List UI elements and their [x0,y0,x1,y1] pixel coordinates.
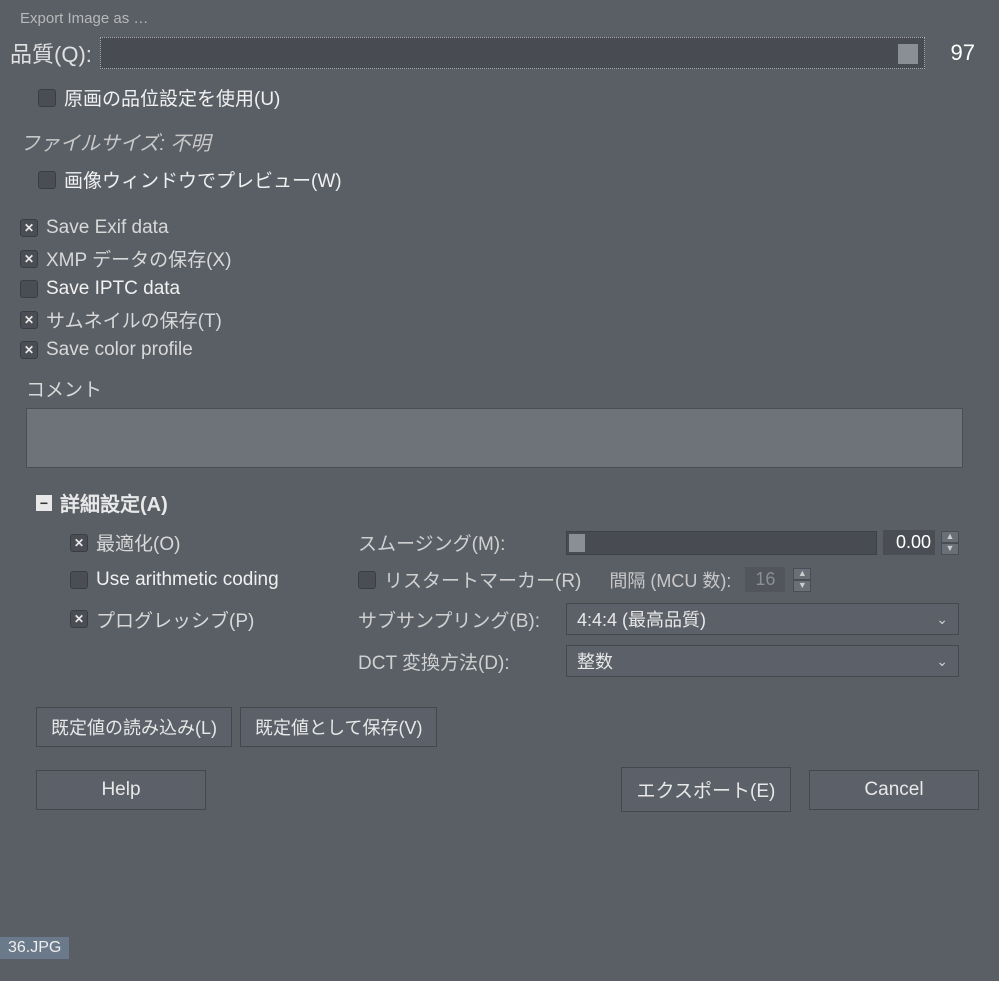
arithmetic-checkbox[interactable] [70,571,88,589]
save-exif-label: Save Exif data [46,217,169,239]
subsampling-label: サブサンプリング(B): [358,606,558,633]
load-defaults-button[interactable]: 既定値の読み込み(L) [36,707,232,747]
interval-spinner: ▲ ▼ [793,568,811,592]
quality-value[interactable]: 97 [933,40,979,66]
spinner-up-icon: ▲ [793,568,811,580]
smoothing-label: スムージング(M): [358,529,558,556]
save-thumbnail-checkbox[interactable] [20,311,38,329]
smoothing-spinner[interactable]: ▲ ▼ [941,531,959,555]
help-button[interactable]: Help [36,770,206,810]
restart-label: リスタートマーカー(R) [384,566,581,593]
save-defaults-button[interactable]: 既定値として保存(V) [240,707,437,747]
use-original-quality-label: 原画の品位設定を使用(U) [64,84,280,111]
background-thumbnail-filename: 36.JPG [0,937,69,959]
save-color-profile-label: Save color profile [46,339,193,361]
restart-checkbox[interactable] [358,571,376,589]
smoothing-slider[interactable] [566,531,877,555]
progressive-checkbox[interactable] [70,610,88,628]
quality-label: 品質(Q): [10,37,92,69]
spinner-down-icon[interactable]: ▼ [941,543,959,555]
save-thumbnail-label: サムネイルの保存(T) [46,306,222,333]
filesize-label: ファイルサイズ: 不明 [20,127,979,156]
smoothing-slider-thumb[interactable] [569,534,585,552]
smoothing-value[interactable]: 0.00 [883,530,935,555]
use-original-quality-checkbox[interactable] [38,89,56,107]
dct-label: DCT 変換方法(D): [358,648,558,675]
progressive-label: プログレッシブ(P) [96,606,254,633]
quality-slider-thumb[interactable] [898,44,918,64]
save-exif-checkbox[interactable] [20,219,38,237]
spinner-up-icon[interactable]: ▲ [941,531,959,543]
export-button[interactable]: エクスポート(E) [621,767,791,812]
save-xmp-label: XMP データの保存(X) [46,245,231,272]
preview-label: 画像ウィンドウでプレビュー(W) [64,166,342,193]
chevron-down-icon: ⌄ [936,653,948,670]
dct-value: 整数 [577,648,613,674]
save-color-profile-checkbox[interactable] [20,341,38,359]
dct-dropdown[interactable]: 整数 ⌄ [566,645,959,677]
subsampling-value: 4:4:4 (最高品質) [577,606,706,632]
cancel-button[interactable]: Cancel [809,770,979,810]
chevron-down-icon: ⌄ [936,611,948,628]
interval-label: 間隔 (MCU 数): [609,567,731,593]
optimize-label: 最適化(O) [96,529,180,556]
comment-label: コメント [26,375,979,402]
arithmetic-label: Use arithmetic coding [96,569,279,591]
interval-value: 16 [745,567,785,592]
dialog-title-hint: Export Image as … [20,10,979,27]
advanced-expander-toggle[interactable]: − [36,495,52,511]
subsampling-dropdown[interactable]: 4:4:4 (最高品質) ⌄ [566,603,959,635]
spinner-down-icon: ▼ [793,580,811,592]
save-iptc-checkbox[interactable] [20,280,38,298]
save-xmp-checkbox[interactable] [20,250,38,268]
quality-slider[interactable] [100,37,925,69]
advanced-expander-label: 詳細設定(A) [60,488,168,517]
save-iptc-label: Save IPTC data [46,278,180,300]
preview-checkbox[interactable] [38,171,56,189]
comment-textarea[interactable] [26,408,963,468]
optimize-checkbox[interactable] [70,534,88,552]
